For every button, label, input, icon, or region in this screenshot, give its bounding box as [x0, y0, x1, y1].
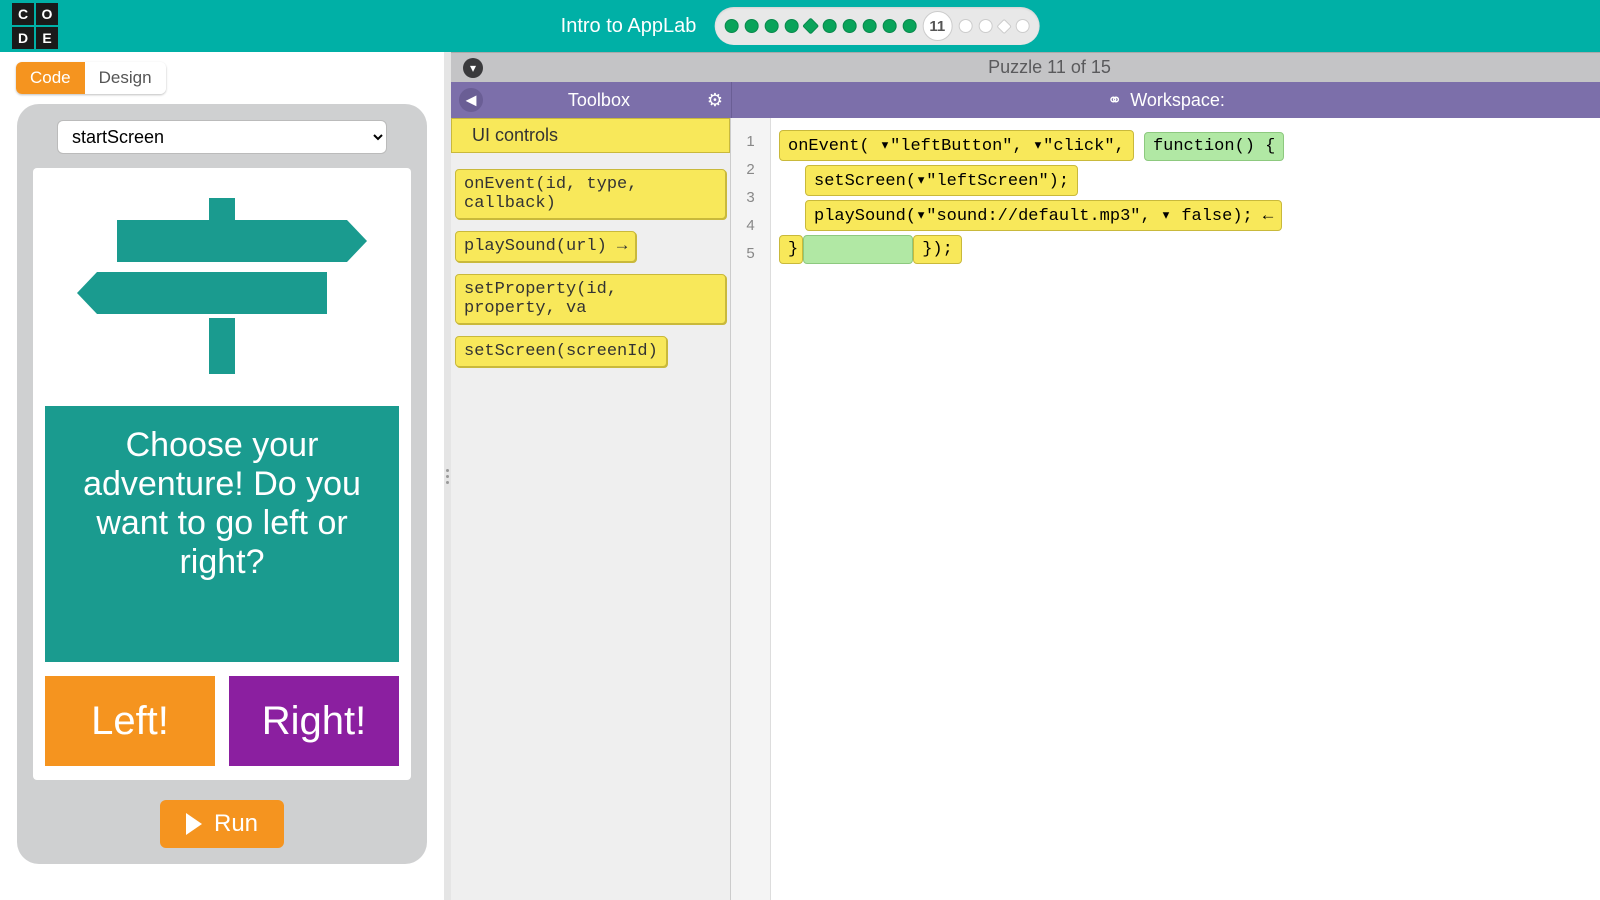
- progress-dot[interactable]: [902, 19, 916, 33]
- screen-select[interactable]: startScreen: [57, 120, 387, 154]
- code-close-brace[interactable]: }: [779, 235, 803, 264]
- run-label: Run: [214, 810, 258, 838]
- progress-dot[interactable]: [978, 19, 992, 33]
- toolbox-panel: UI controls onEvent(id, type, callback) …: [451, 118, 731, 900]
- toolbox-header: ◄ Toolbox ⚙: [451, 82, 731, 118]
- progress-dot[interactable]: [1015, 19, 1029, 33]
- progress-dot[interactable]: [842, 19, 856, 33]
- link-icon: ⚭: [1107, 90, 1122, 111]
- block-setproperty[interactable]: setProperty(id, property, va: [455, 274, 726, 324]
- back-icon[interactable]: ◄: [459, 88, 483, 112]
- code-empty-slot[interactable]: [803, 235, 913, 264]
- progress-dot[interactable]: [882, 19, 896, 33]
- page-title: Intro to AppLab: [561, 15, 697, 38]
- code-function[interactable]: function() {: [1144, 132, 1284, 161]
- tab-design[interactable]: Design: [85, 62, 166, 94]
- progress-diamond[interactable]: [802, 18, 819, 35]
- phone-frame: startScreen Choose your adventure! Do yo…: [17, 104, 427, 864]
- workspace-header: ⚭ Workspace:: [731, 82, 1600, 118]
- progress-dot[interactable]: [784, 19, 798, 33]
- logo-o: O: [36, 3, 58, 25]
- toolbox-category[interactable]: UI controls: [451, 118, 730, 153]
- prompt-text: Choose your adventure! Do you want to go…: [45, 406, 399, 662]
- progress-dot[interactable]: [862, 19, 876, 33]
- phone-screen: Choose your adventure! Do you want to go…: [33, 168, 411, 780]
- puzzle-banner: ▾ Puzzle 11 of 15: [451, 52, 1600, 82]
- tab-code[interactable]: Code: [16, 62, 85, 94]
- progress-diamond[interactable]: [996, 18, 1012, 34]
- toolbox-title: Toolbox: [491, 90, 707, 111]
- progress-dot[interactable]: [724, 19, 738, 33]
- right-button[interactable]: Right!: [229, 676, 399, 766]
- progress-dot[interactable]: [822, 19, 836, 33]
- block-onevent[interactable]: onEvent(id, type, callback): [455, 169, 726, 219]
- workspace-panel: 1 2 3 4 5 onEvent( ▾"leftButton", ▾"clic…: [731, 118, 1600, 900]
- progress-dot[interactable]: [744, 19, 758, 33]
- block-playsound[interactable]: playSound(url) →: [455, 231, 636, 262]
- code-area[interactable]: onEvent( ▾"leftButton", ▾"click", functi…: [771, 118, 1600, 900]
- code-onevent[interactable]: onEvent( ▾"leftButton", ▾"click",: [779, 130, 1134, 161]
- line-gutter: 1 2 3 4 5: [731, 118, 771, 900]
- collapse-icon[interactable]: ▾: [463, 58, 483, 78]
- code-setscreen[interactable]: setScreen(▾"leftScreen");: [805, 165, 1078, 196]
- progress-bar: 11: [714, 7, 1039, 45]
- logo-e: E: [36, 27, 58, 49]
- block-setscreen[interactable]: setScreen(screenId): [455, 336, 667, 367]
- resize-grip[interactable]: [444, 52, 451, 900]
- run-button[interactable]: Run: [160, 800, 284, 848]
- logo-c: C: [12, 3, 34, 25]
- signpost-image: [45, 198, 399, 374]
- progress-current[interactable]: 11: [922, 11, 952, 41]
- left-button[interactable]: Left!: [45, 676, 215, 766]
- logo[interactable]: C O D E: [12, 3, 58, 49]
- progress-dot[interactable]: [958, 19, 972, 33]
- view-tabs: Code Design: [16, 62, 166, 94]
- code-playsound[interactable]: playSound(▾"sound://default.mp3", ▾ fals…: [805, 200, 1282, 231]
- play-icon: [186, 813, 202, 835]
- code-close[interactable]: });: [913, 235, 962, 264]
- logo-d: D: [12, 27, 34, 49]
- progress-dot[interactable]: [764, 19, 778, 33]
- gear-icon[interactable]: ⚙: [707, 90, 723, 111]
- workspace-title: Workspace:: [1130, 90, 1225, 111]
